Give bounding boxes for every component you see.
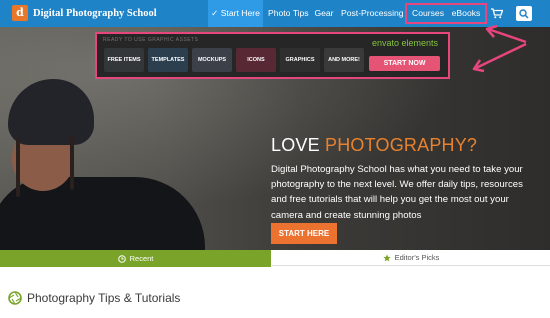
nav-post-processing[interactable]: Post-Processing <box>341 0 404 27</box>
section-title: Photography Tips & Tutorials <box>27 291 181 305</box>
start-here-button[interactable]: START HERE <box>271 223 337 244</box>
star-icon <box>382 254 391 262</box>
tab-editors-picks[interactable]: Editor's Picks <box>272 250 550 266</box>
hero-photo-hair <box>70 135 74 190</box>
tab-editors-picks-label: Editor's Picks <box>394 253 440 262</box>
clock-icon <box>117 255 126 263</box>
hero-photo-hair <box>16 137 20 197</box>
tab-recent-label: Recent <box>129 254 154 263</box>
nav-gear[interactable]: Gear <box>312 0 336 27</box>
site-logo[interactable]: d <box>12 5 28 21</box>
cart-icon[interactable] <box>491 8 503 19</box>
ad-tile[interactable]: FREE ITEMS <box>104 48 144 72</box>
annotation-arrows <box>472 24 527 73</box>
page: d Digital Photography School ✓ Start Her… <box>0 0 550 318</box>
ad-kicker: READY TO USE GRAPHIC ASSETS <box>103 37 199 43</box>
ad-start-now-button[interactable]: START NOW <box>369 56 440 71</box>
hero-title: LOVE PHOTOGRAPHY? <box>271 134 477 156</box>
search-icon <box>519 9 529 19</box>
hero-description: Digital Photography School has what you … <box>271 164 523 221</box>
ad-tile[interactable]: TEMPLATES <box>148 48 188 72</box>
ad-banner[interactable]: READY TO USE GRAPHIC ASSETS FREE ITEMS T… <box>95 32 450 79</box>
aperture-icon <box>8 291 22 305</box>
envato-logo: envato elements <box>372 38 439 48</box>
tab-recent[interactable]: Recent <box>0 250 271 267</box>
hero-title-plain: LOVE <box>271 135 326 155</box>
hero-title-accent: PHOTOGRAPHY? <box>325 135 478 155</box>
ad-tile[interactable]: ICONS <box>236 48 276 72</box>
nav-photo-tips[interactable]: Photo Tips <box>268 0 309 27</box>
search-button[interactable] <box>516 6 532 21</box>
site-name[interactable]: Digital Photography School <box>33 7 157 20</box>
ad-tile[interactable]: GRAPHICS <box>280 48 320 72</box>
nav-start-here[interactable]: ✓ Start Here <box>208 0 263 27</box>
ad-tile[interactable]: MOCKUPS <box>192 48 232 72</box>
ad-tile[interactable]: AND MORE! <box>324 48 364 72</box>
